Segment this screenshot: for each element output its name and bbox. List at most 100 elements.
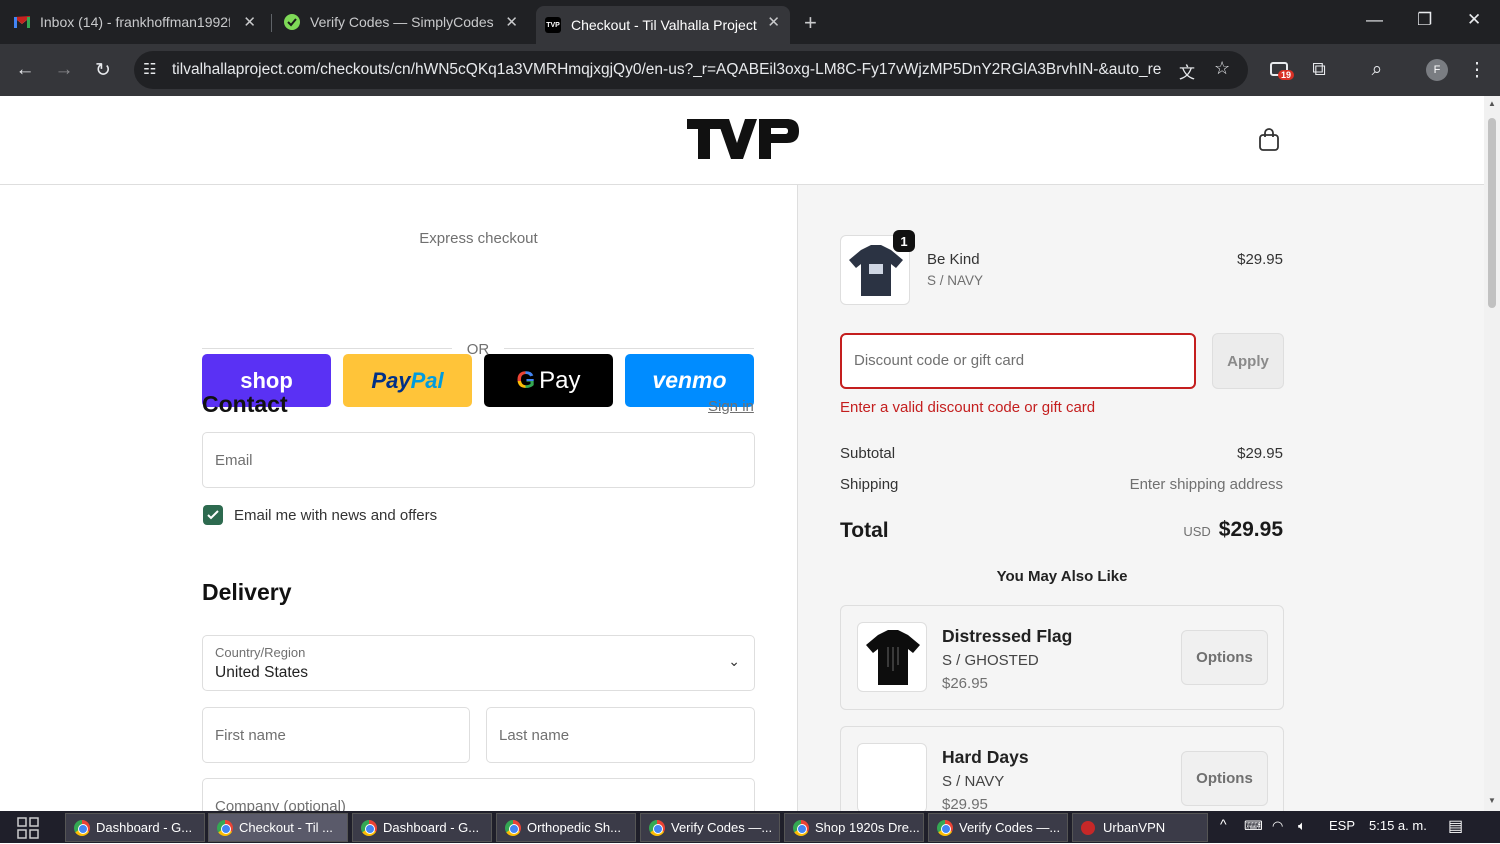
or-divider: OR (466, 341, 490, 358)
scroll-up-icon[interactable]: ▲ (1488, 99, 1496, 108)
close-tab-icon[interactable]: ✕ (767, 13, 780, 31)
taskbar-item[interactable]: UrbanVPN (1072, 813, 1208, 842)
page-scrollbar[interactable]: ▲ ▼ (1484, 96, 1500, 811)
forward-icon[interactable]: → (51, 57, 77, 83)
language-indicator[interactable]: ESP (1329, 818, 1355, 833)
quantity-badge: 1 (893, 230, 915, 252)
taskbar-item[interactable]: Orthopedic Sh... (496, 813, 636, 842)
options-button[interactable]: Options (1181, 630, 1268, 685)
newsletter-checkbox[interactable] (203, 505, 223, 525)
url-text: tilvalhallaproject.com/checkouts/cn/hWN5… (172, 61, 1162, 78)
site-settings-icon[interactable]: ☷ (143, 60, 156, 78)
chrome-icon (649, 819, 665, 836)
address-bar[interactable]: ☷ tilvalhallaproject.com/checkouts/cn/hW… (134, 51, 1248, 89)
paypal-button[interactable]: Pay Pal (343, 354, 472, 407)
volume-icon[interactable]: 🔈︎ (1298, 818, 1306, 834)
scroll-down-icon[interactable]: ▼ (1488, 796, 1496, 805)
order-summary-column: 1 Be Kind S / NAVY $29.95 Discount code … (797, 185, 1484, 811)
google-g-icon: G (516, 366, 536, 394)
shipping-value: Enter shipping address (1129, 476, 1283, 493)
site-header (0, 96, 1484, 185)
tab-simplycodes[interactable]: Verify Codes — SimplyCodes ✕ (284, 0, 528, 44)
chrome-icon (74, 819, 90, 836)
new-tab-icon[interactable]: + (804, 10, 817, 36)
browser-tab-strip: Inbox (14) - frankhoffman1992f ✕ Verify … (0, 0, 1500, 44)
urbanvpn-icon (1081, 820, 1095, 835)
start-grid-icon[interactable] (17, 817, 39, 844)
tab-search-icon[interactable]: ⌕ (1364, 57, 1390, 83)
menu-kebab-icon[interactable]: ⋮ (1464, 57, 1490, 83)
subtotal-label: Subtotal (840, 445, 896, 462)
sign-in-link[interactable]: Sign in (708, 398, 754, 415)
upsell-price: $29.95 (942, 796, 988, 811)
total-value: $29.95 (1218, 518, 1283, 541)
product-thumbnail (857, 622, 927, 692)
delivery-heading: Delivery (202, 579, 292, 605)
checkmark-icon (207, 510, 219, 520)
extension-icon[interactable]: 19 (1266, 57, 1295, 83)
chrome-icon (505, 819, 521, 836)
options-button[interactable]: Options (1181, 751, 1268, 806)
discount-error-message: Enter a valid discount code or gift card (840, 399, 1096, 416)
reload-icon[interactable]: ↻ (90, 57, 116, 83)
chevron-down-icon: ⌄ (728, 653, 740, 669)
currency-code: USD (1183, 524, 1211, 539)
tab-title: Verify Codes — SimplyCodes (310, 14, 494, 30)
contact-heading: Contact (202, 391, 288, 417)
checkout-page: Express checkout shop Pay Pal G Pay venmo… (0, 96, 1484, 811)
minimize-icon[interactable]: — (1366, 10, 1383, 30)
google-pay-button[interactable]: G Pay (484, 354, 613, 407)
profile-avatar[interactable]: F (1424, 57, 1450, 83)
windows-taskbar: Dashboard - G... Checkout - Til ... Dash… (0, 811, 1500, 843)
taskbar-item[interactable]: Dashboard - G... (352, 813, 492, 842)
subtotal-value: $29.95 (1237, 445, 1283, 462)
clock[interactable]: 5:15 a. m. (1369, 818, 1427, 833)
tab-gmail[interactable]: Inbox (14) - frankhoffman1992f ✕ (14, 0, 266, 44)
tab-title: Inbox (14) - frankhoffman1992f (40, 14, 230, 30)
total-amount: USD $29.95 (1183, 518, 1283, 542)
extensions-puzzle-icon[interactable]: ⧉ (1306, 57, 1332, 83)
shopping-bag-icon[interactable] (1258, 128, 1280, 157)
tray-chevron-icon[interactable]: ^ (1220, 816, 1227, 832)
total-label: Total (840, 519, 889, 542)
item-price: $29.95 (1237, 251, 1283, 268)
upsell-heading: You May Also Like (996, 568, 1128, 585)
email-field[interactable]: Email (202, 432, 755, 488)
restore-icon[interactable]: ❐ (1417, 10, 1432, 30)
country-select[interactable]: Country/Region United States ⌄ (202, 635, 755, 691)
gmail-icon (14, 14, 30, 30)
taskbar-item[interactable]: Verify Codes —... (928, 813, 1068, 842)
translate-icon[interactable]: 文 (1179, 59, 1195, 83)
scrollbar-thumb[interactable] (1488, 118, 1496, 308)
apply-button[interactable]: Apply (1212, 333, 1284, 389)
taskbar-item[interactable]: Checkout - Til ... (208, 813, 348, 842)
close-tab-icon[interactable]: ✕ (243, 13, 256, 31)
tab-title: Checkout - Til Valhalla Project (571, 17, 757, 33)
taskbar-item[interactable]: Shop 1920s Dre... (784, 813, 924, 842)
tab-checkout[interactable]: TVP Checkout - Til Valhalla Project ✕ (536, 6, 790, 44)
first-name-field[interactable]: First name (202, 707, 470, 763)
upsell-variant: S / NAVY (942, 773, 1005, 790)
item-name: Be Kind (927, 251, 980, 268)
back-icon[interactable]: ← (12, 57, 38, 83)
checkout-form-column: Express checkout shop Pay Pal G Pay venmo… (0, 185, 797, 811)
company-field[interactable]: Company (optional) (202, 778, 755, 811)
wifi-icon[interactable]: ◠ (1272, 818, 1283, 834)
close-tab-icon[interactable]: ✕ (505, 13, 518, 31)
discount-code-input[interactable]: Discount code or gift card (840, 333, 1196, 389)
upsell-name: Distressed Flag (942, 626, 1073, 646)
taskbar-item[interactable]: Dashboard - G... (65, 813, 205, 842)
upsell-variant: S / GHOSTED (942, 652, 1039, 669)
upsell-card: Hard Days S / NAVY $29.95 Options (840, 726, 1284, 811)
ime-icon[interactable]: ⌨ (1244, 818, 1263, 834)
upsell-card: Distressed Flag S / GHOSTED $26.95 Optio… (840, 605, 1284, 710)
browser-toolbar: ← → ↻ ☷ tilvalhallaproject.com/checkouts… (0, 44, 1500, 96)
tvp-icon: TVP (545, 17, 561, 33)
last-name-field[interactable]: Last name (486, 707, 755, 763)
taskbar-item[interactable]: Verify Codes —... (640, 813, 780, 842)
chrome-icon (793, 819, 809, 836)
bookmark-star-icon[interactable]: ☆ (1214, 58, 1230, 79)
close-window-icon[interactable]: ✕ (1467, 10, 1481, 30)
notifications-icon[interactable]: ▤ (1448, 816, 1463, 836)
tvp-logo[interactable] (687, 119, 799, 161)
